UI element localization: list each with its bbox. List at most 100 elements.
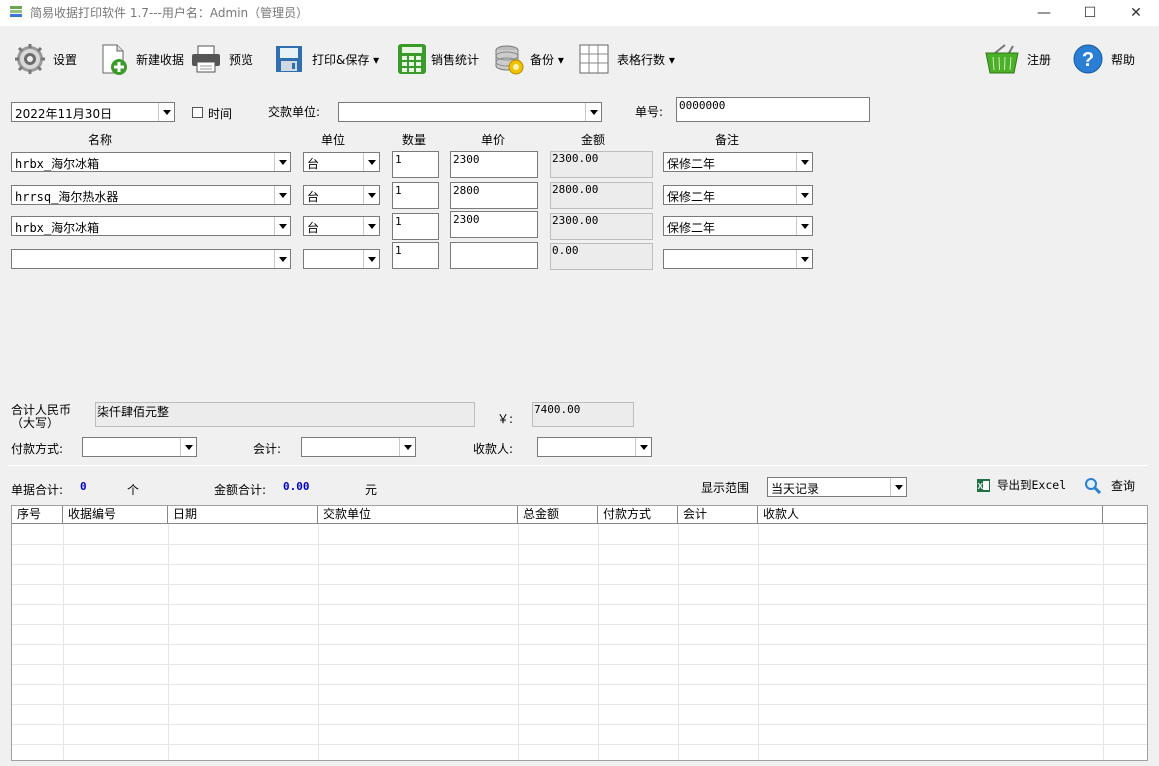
table-rows-text: 表格行数 <box>617 52 666 67</box>
price-input[interactable] <box>450 242 538 269</box>
records-table[interactable]: 序号 收据编号 日期 交款单位 总金额 付款方式 会计 收款人 <box>11 505 1148 761</box>
unit-select[interactable]: 台 <box>303 152 380 172</box>
chevron-down-icon[interactable] <box>796 217 812 235</box>
chevron-down-icon[interactable] <box>585 103 601 121</box>
table-rows-label: 表格行数 ▾ <box>617 52 675 67</box>
grid-row-line <box>12 544 1147 545</box>
print-save-icon <box>272 42 306 76</box>
payer-select[interactable] <box>338 102 602 122</box>
unit-select[interactable]: 台 <box>303 185 380 205</box>
title-bar: 简易收据打印软件 1.7---用户名：Admin（管理员） — ☐ ✕ <box>0 0 1159 26</box>
register-button[interactable]: 注册 <box>985 42 1051 76</box>
chevron-down-icon[interactable] <box>890 478 906 496</box>
print-save-text: 打印&保存 <box>312 52 370 67</box>
chevron-down-icon[interactable] <box>274 153 290 171</box>
col-payer[interactable]: 交款单位 <box>318 506 518 524</box>
note-value: 保修二年 <box>667 221 716 235</box>
chevron-down-icon[interactable] <box>796 250 812 268</box>
amount-field: 2300.00 <box>550 213 653 240</box>
col-receipt-no[interactable]: 收据编号 <box>63 506 168 524</box>
grid-row-line <box>12 584 1147 585</box>
grid-column-line <box>598 524 599 760</box>
range-label: 显示范围 <box>701 481 750 495</box>
time-checkbox[interactable] <box>192 107 203 118</box>
backup-text: 备份 <box>530 52 555 67</box>
help-button[interactable]: ? 帮助 <box>1071 42 1135 76</box>
grid-row-line <box>12 564 1147 565</box>
chevron-down-icon[interactable] <box>274 186 290 204</box>
range-value: 当天记录 <box>771 482 820 496</box>
sales-stats-button[interactable]: 销售统计 <box>395 42 479 76</box>
export-excel-button[interactable]: X 导出到Excel <box>976 477 1066 493</box>
settings-label: 设置 <box>53 52 78 67</box>
price-input[interactable]: 2300 <box>450 211 538 238</box>
app-icon <box>9 5 23 19</box>
count-value: 0 <box>80 480 87 493</box>
number-input[interactable]: 0000000 <box>676 97 870 122</box>
qty-input[interactable]: 1 <box>392 182 439 209</box>
minimize-button[interactable]: — <box>1021 0 1067 26</box>
grid-column-line <box>168 524 169 760</box>
note-select[interactable]: 保修二年 <box>663 185 813 205</box>
price-input[interactable]: 2300 <box>450 151 538 178</box>
chevron-down-icon[interactable] <box>274 250 290 268</box>
note-select[interactable]: 保修二年 <box>663 216 813 236</box>
unit-select[interactable] <box>303 249 380 269</box>
chevron-down-icon[interactable] <box>635 438 651 456</box>
col-index[interactable]: 序号 <box>12 506 63 524</box>
chevron-down-icon[interactable] <box>363 153 379 171</box>
maximize-button[interactable]: ☐ <box>1067 0 1113 26</box>
col-date[interactable]: 日期 <box>168 506 318 524</box>
new-document-icon <box>96 42 130 76</box>
item-name-value: hrbx_海尔冰箱 <box>15 221 100 235</box>
search-button[interactable]: 查询 <box>1084 477 1135 494</box>
new-receipt-button[interactable]: 新建收据 <box>96 42 184 76</box>
qty-input[interactable]: 1 <box>392 213 439 240</box>
grid-column-line <box>678 524 679 760</box>
col-payment[interactable]: 付款方式 <box>598 506 678 524</box>
header-note: 备注 <box>715 133 740 147</box>
settings-button[interactable]: 设置 <box>13 42 77 76</box>
chevron-down-icon[interactable] <box>796 153 812 171</box>
note-value: 保修二年 <box>667 157 716 171</box>
amount-field: 0.00 <box>550 243 653 270</box>
chevron-down-icon[interactable] <box>363 217 379 235</box>
toolbar: 设置 新建收据 预览 打印&保存 ▾ 销售统计 备份 ▾ 表格行数 ▾ 注册 ?… <box>0 26 1159 94</box>
grid-row-line <box>12 744 1147 745</box>
print-save-label: 打印&保存 ▾ <box>312 52 380 67</box>
unit-select[interactable]: 台 <box>303 216 380 236</box>
col-total[interactable]: 总金额 <box>518 506 598 524</box>
grid-column-line <box>518 524 519 760</box>
chevron-down-icon[interactable] <box>399 438 415 456</box>
chevron-down-icon[interactable] <box>796 186 812 204</box>
accountant-select[interactable] <box>301 437 416 457</box>
item-name-select[interactable]: hrbx_海尔冰箱 <box>11 152 291 172</box>
range-select[interactable]: 当天记录 <box>767 477 907 497</box>
item-name-select[interactable]: hrbx_海尔冰箱 <box>11 216 291 236</box>
backup-button[interactable]: 备份 ▾ <box>492 42 564 76</box>
price-input[interactable]: 2800 <box>450 182 538 209</box>
chevron-down-icon[interactable] <box>274 217 290 235</box>
note-select[interactable] <box>663 249 813 269</box>
chevron-down-icon[interactable] <box>158 103 174 121</box>
payment-select[interactable] <box>82 437 197 457</box>
qty-input[interactable]: 1 <box>392 151 439 178</box>
col-receiver[interactable]: 收款人 <box>758 506 1103 524</box>
item-name-select[interactable]: hrrsq_海尔热水器 <box>11 185 291 205</box>
preview-button[interactable]: 预览 <box>189 42 253 76</box>
receiver-select[interactable] <box>537 437 652 457</box>
item-name-select[interactable] <box>11 249 291 269</box>
unit-value: 台 <box>307 157 320 171</box>
print-save-button[interactable]: 打印&保存 ▾ <box>272 42 379 76</box>
date-picker[interactable]: 2022年11月30日 <box>11 102 175 122</box>
close-button[interactable]: ✕ <box>1113 0 1159 26</box>
amount-sum-label: 金额合计: <box>214 483 267 497</box>
qty-input[interactable]: 1 <box>392 242 439 269</box>
chevron-down-icon[interactable] <box>180 438 196 456</box>
chevron-down-icon[interactable] <box>363 250 379 268</box>
col-accountant[interactable]: 会计 <box>678 506 758 524</box>
note-select[interactable]: 保修二年 <box>663 152 813 172</box>
number-label: 单号: <box>635 105 664 119</box>
table-rows-button[interactable]: 表格行数 ▾ <box>577 42 675 76</box>
chevron-down-icon[interactable] <box>363 186 379 204</box>
